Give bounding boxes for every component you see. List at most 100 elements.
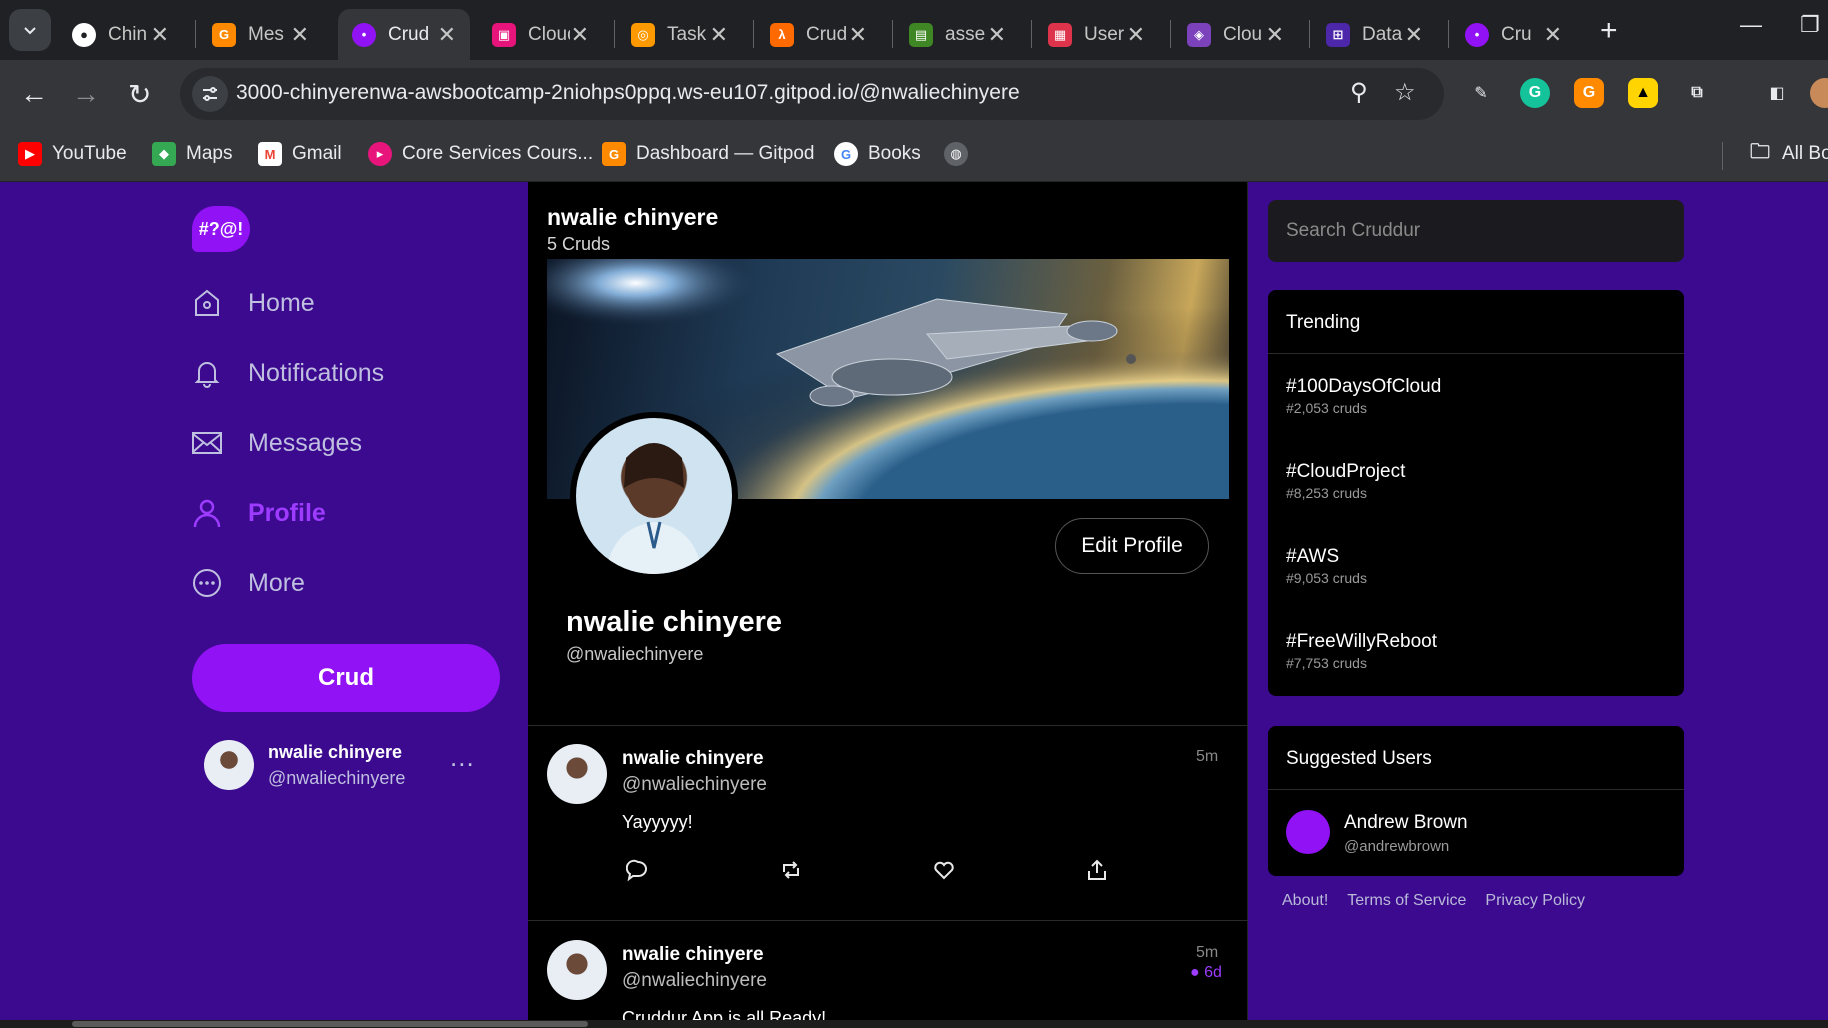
profile-avatar-icon[interactable] xyxy=(1810,78,1828,108)
profile-avatar[interactable] xyxy=(570,412,738,580)
close-icon[interactable]: ✕ xyxy=(438,22,456,48)
eyedropper-icon[interactable]: ✎ xyxy=(1466,78,1496,108)
close-icon[interactable]: ✕ xyxy=(849,22,867,48)
scrollbar-thumb[interactable] xyxy=(72,1021,588,1027)
youtube-icon: ▶ xyxy=(18,142,42,166)
avatar[interactable] xyxy=(1286,810,1330,854)
close-icon[interactable]: ✕ xyxy=(1405,22,1423,48)
tab-cruddur-2[interactable]: • Cru ✕ xyxy=(1451,9,1576,60)
minimize-icon[interactable]: — xyxy=(1740,12,1762,38)
database-icon: ⊞ xyxy=(1326,22,1350,47)
tab-aws-crud[interactable]: λ Crud ✕ xyxy=(756,9,881,60)
course-icon: ▸ xyxy=(368,142,392,166)
chevron-down-icon xyxy=(24,27,36,35)
trending-item[interactable]: #FreeWillyReboot #7,753 cruds xyxy=(1268,609,1684,694)
sidebar-item-more[interactable]: More xyxy=(192,568,305,598)
repost-icon[interactable] xyxy=(779,858,803,882)
crud-button[interactable]: Crud xyxy=(192,644,500,712)
close-icon[interactable]: ✕ xyxy=(1544,22,1562,48)
suggested-user[interactable]: Andrew Brown @andrewbrown xyxy=(1268,790,1684,874)
back-button[interactable]: ← xyxy=(20,78,48,110)
tab-task[interactable]: ◎ Task ✕ xyxy=(617,9,742,60)
list-item[interactable]: nwalie chinyere @nwaliechinyere 5m ● 6d … xyxy=(528,940,1248,1028)
tab-bar: ● Chin ✕ G Mes ✕ • Cruddur ✕ ▣ Cloud ✕ ◎… xyxy=(0,0,1828,60)
task-icon: ◎ xyxy=(631,22,655,47)
address-bar[interactable]: 3000-chinyerenwa-awsbootcamp-2niohps0ppq… xyxy=(180,68,1444,120)
trending-item[interactable]: #100DaysOfCloud #2,053 cruds xyxy=(1268,354,1684,439)
close-icon[interactable]: ✕ xyxy=(1127,22,1145,48)
side-panel-icon[interactable]: ◧ xyxy=(1762,78,1792,108)
tab-search-button[interactable] xyxy=(9,9,51,51)
tab-cruddur-active[interactable]: • Cruddur ✕ xyxy=(338,9,470,60)
gitpod-icon: G xyxy=(602,142,626,166)
cruddur-icon: • xyxy=(1465,22,1489,47)
home-icon xyxy=(192,288,222,318)
trending-title: Trending xyxy=(1268,290,1684,354)
bookmark-gmail[interactable]: M Gmail xyxy=(258,142,342,166)
warning-extension-icon[interactable]: ▲ xyxy=(1628,78,1658,108)
forward-button[interactable]: → xyxy=(72,78,100,110)
user-icon: ▦ xyxy=(1048,22,1072,47)
close-icon[interactable]: ✕ xyxy=(1266,22,1284,48)
close-icon[interactable]: ✕ xyxy=(291,22,309,48)
profile-header-name: nwalie chinyere xyxy=(547,204,719,230)
tab-assets[interactable]: ▤ asse ✕ xyxy=(895,9,1020,60)
star-icon[interactable]: ☆ xyxy=(1394,78,1416,107)
sidebar-item-home[interactable]: Home xyxy=(192,288,315,318)
avatar[interactable] xyxy=(547,940,607,1000)
all-bookmarks[interactable]: 🗀 All Bo xyxy=(1748,141,1828,166)
site-info-icon[interactable] xyxy=(192,76,228,112)
tab-cloud[interactable]: ▣ Cloud ✕ xyxy=(478,9,603,60)
expires-indicator: ● 6d xyxy=(1190,964,1222,981)
like-heart-icon[interactable] xyxy=(932,858,956,882)
close-icon[interactable]: ✕ xyxy=(988,22,1006,48)
list-item[interactable]: nwalie chinyere @nwaliechinyere 5m Yayyy… xyxy=(528,744,1248,894)
privacy-link[interactable]: Privacy Policy xyxy=(1485,892,1585,910)
trending-item[interactable]: #CloudProject #8,253 cruds xyxy=(1268,439,1684,524)
post-time: 5m xyxy=(1196,944,1219,961)
grammarly-icon[interactable]: G xyxy=(1520,78,1550,108)
tab-user[interactable]: ▦ User ✕ xyxy=(1034,9,1159,60)
close-icon[interactable]: ✕ xyxy=(151,22,169,48)
horizontal-scrollbar[interactable] xyxy=(0,1020,1828,1028)
gitpod-icon: G xyxy=(212,22,236,47)
tab-database[interactable]: ⊞ Data ✕ xyxy=(1312,9,1437,60)
terms-link[interactable]: Terms of Service xyxy=(1347,892,1466,910)
avatar[interactable] xyxy=(547,744,607,804)
gitpod-icon[interactable]: G xyxy=(1574,78,1604,108)
bookmark-maps[interactable]: ◆ Maps xyxy=(152,142,232,166)
user-menu-button[interactable]: ... xyxy=(450,742,475,773)
share-icon[interactable] xyxy=(1085,858,1109,882)
bookmark-core-services[interactable]: ▸ Core Services Cours... xyxy=(368,142,593,166)
globe-icon: ◍ xyxy=(944,142,968,166)
bookmark-books[interactable]: G Books xyxy=(834,142,921,166)
profile-feed: nwalie chinyere 5 Cruds Edit Profile nwa… xyxy=(528,182,1248,1028)
tab-github[interactable]: ● Chin ✕ xyxy=(58,9,183,60)
close-icon[interactable]: ✕ xyxy=(571,22,589,48)
close-icon[interactable]: ✕ xyxy=(710,22,728,48)
reload-button[interactable]: ↻ xyxy=(128,78,151,111)
sidebar-item-messages[interactable]: Messages xyxy=(192,428,362,458)
edit-profile-button[interactable]: Edit Profile xyxy=(1055,518,1209,574)
trending-item[interactable]: #AWS #9,053 cruds xyxy=(1268,524,1684,609)
bookmark-globe[interactable]: ◍ xyxy=(944,142,978,166)
new-tab-button[interactable]: + xyxy=(1600,14,1618,48)
trending-panel: Trending #100DaysOfCloud #2,053 cruds #C… xyxy=(1268,290,1684,696)
sidebar-item-notifications[interactable]: Notifications xyxy=(192,358,384,388)
bookmarks-bar: ▶ YouTube ◆ Maps M Gmail ▸ Core Services… xyxy=(0,130,1828,182)
about-link[interactable]: About! xyxy=(1282,892,1328,910)
restore-icon[interactable]: ❐ xyxy=(1800,12,1820,38)
tab-cloudwatch[interactable]: ◈ Clou ✕ xyxy=(1173,9,1298,60)
search-input[interactable] xyxy=(1268,200,1684,262)
cruddur-logo[interactable]: #?@! xyxy=(192,206,250,252)
sidebar-item-profile[interactable]: Profile xyxy=(192,498,326,528)
current-user-card[interactable]: nwalie chinyere @nwaliechinyere ... xyxy=(204,740,494,800)
bookmark-youtube[interactable]: ▶ YouTube xyxy=(18,142,127,166)
zoom-icon[interactable]: ⚲ xyxy=(1350,78,1368,107)
profile-handle: @nwaliechinyere xyxy=(566,644,704,664)
tab-gitpod[interactable]: G Mes ✕ xyxy=(198,9,323,60)
url-text[interactable]: 3000-chinyerenwa-awsbootcamp-2niohps0ppq… xyxy=(236,81,1020,105)
bookmark-gitpod[interactable]: G Dashboard — Gitpod xyxy=(602,142,815,166)
reply-icon[interactable] xyxy=(625,858,650,882)
extensions-icon[interactable]: ⧉ xyxy=(1682,78,1712,108)
